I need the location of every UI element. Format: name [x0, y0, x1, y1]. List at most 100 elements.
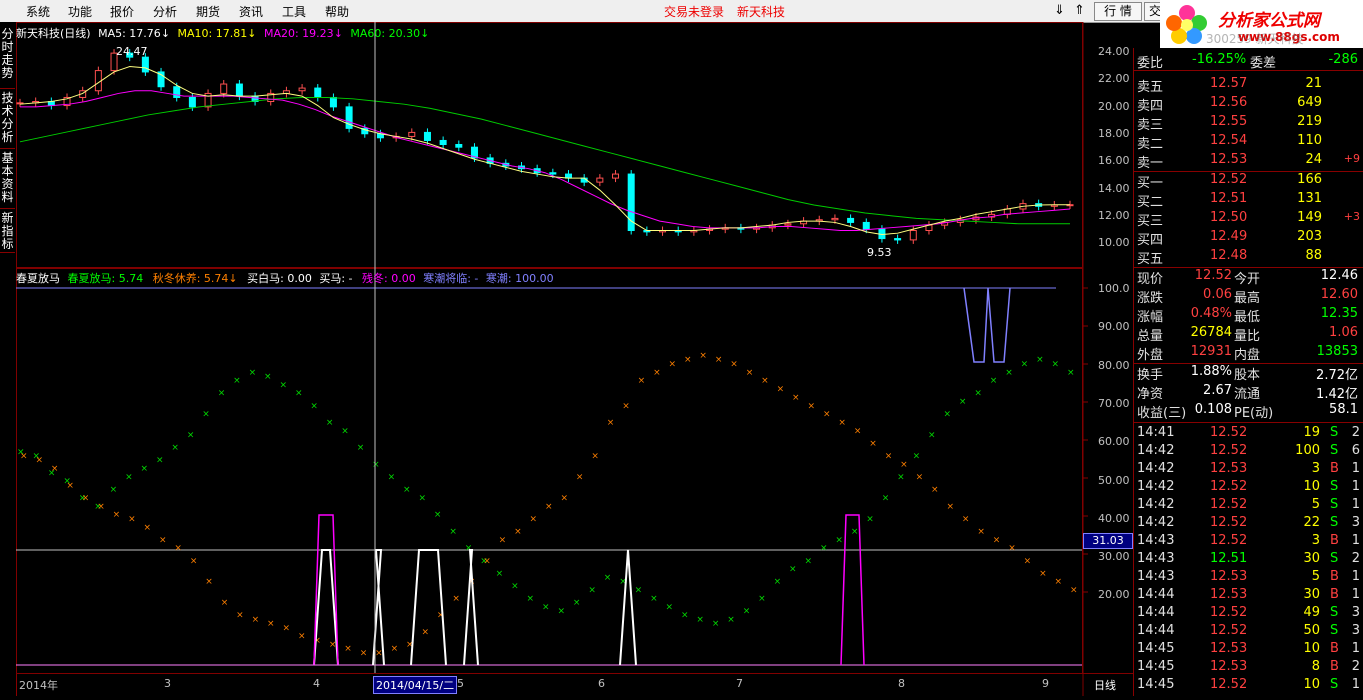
tick-time: 14:42	[1137, 515, 1175, 530]
menu-help[interactable]: 帮助	[325, 3, 349, 20]
menu-analysis[interactable]: 分析	[153, 3, 177, 20]
qiudong-marker: ×	[684, 355, 692, 365]
tab-technical[interactable]: 技术分析	[0, 92, 15, 149]
stat-label: 总量	[1137, 329, 1164, 344]
chunxia-marker: ×	[125, 473, 133, 483]
ask-price: 12.56	[1210, 95, 1248, 110]
period-label[interactable]: 日线	[1094, 677, 1116, 693]
tick-price: 12.52	[1210, 515, 1248, 530]
tick-row: 14:45 12.53 10 B 1	[1134, 640, 1362, 658]
up-arrow-icon[interactable]: ⇑	[1074, 3, 1085, 18]
tick-price: 12.53	[1210, 569, 1248, 584]
price-axis-label: 12.00	[1098, 208, 1130, 222]
menu-futures[interactable]: 期货	[196, 3, 220, 20]
stat-value-2: 2.72亿	[1316, 368, 1358, 383]
bid-volume: 203	[1297, 229, 1322, 244]
tab-fundamentals[interactable]: 基本资料	[0, 152, 15, 209]
tick-time: 14:42	[1137, 443, 1175, 458]
tick-row: 14:43 12.53 5 B 1	[1134, 568, 1362, 586]
stock-code-header: 300259 新天科技	[1206, 32, 1304, 46]
tick-volume: 5	[1311, 569, 1320, 584]
qiudong-marker: ×	[931, 485, 939, 495]
chunxia-marker: ×	[913, 452, 921, 462]
chunxia-marker: ×	[233, 376, 241, 386]
bid-label: 买二	[1137, 195, 1164, 210]
chunxia-marker: ×	[187, 431, 195, 441]
tick-count: 1	[1351, 497, 1360, 512]
indicator-axis-label: 30.00	[1098, 550, 1130, 564]
tick-time: 14:45	[1137, 659, 1175, 674]
tab-timeshare[interactable]: 分时走势	[0, 28, 15, 89]
qiudong-marker: ×	[607, 418, 615, 428]
tick-price: 12.52	[1210, 605, 1248, 620]
chunxia-marker: ×	[403, 485, 411, 495]
stat-value: 12931	[1190, 344, 1232, 359]
stat-row: 涨跌 0.06 最高 12.60	[1134, 286, 1362, 306]
chunxia-marker: ×	[882, 493, 890, 503]
chunxia-marker: ×	[264, 372, 272, 382]
candle-body	[439, 139, 447, 145]
tick-volume: 10	[1303, 677, 1320, 692]
chunxia-marker: ×	[851, 527, 859, 537]
tick-price: 12.52	[1210, 533, 1248, 548]
chart-area[interactable]: × × × × × × × × × × × × × × × × × × × × × × × × × × × × × × × × × × × × × × × ×…	[16, 22, 1133, 696]
chunxia-marker: ×	[511, 581, 519, 591]
price-axis-label: 16.00	[1098, 154, 1130, 168]
menu-function[interactable]: 功能	[68, 3, 92, 20]
stat-label-2: 最高	[1234, 291, 1261, 306]
bid-volume: 149	[1297, 210, 1322, 225]
chunxia-marker: ×	[1052, 359, 1060, 369]
tab-new-indicator[interactable]: 新指标	[0, 212, 15, 253]
buy-signal-pulse	[410, 549, 447, 666]
menu-quote[interactable]: 报价	[110, 3, 134, 20]
tick-volume: 30	[1303, 551, 1320, 566]
menu-system[interactable]: 系统	[26, 3, 50, 20]
stat-label-2: PE(动)	[1234, 406, 1274, 421]
webi-value: -16.25%	[1192, 52, 1247, 67]
stat-value-2: 58.1	[1329, 402, 1358, 417]
chunxia-marker: ×	[310, 401, 318, 411]
tick-price: 12.52	[1210, 425, 1248, 440]
qiudong-marker: ×	[977, 527, 985, 537]
candle-body	[408, 131, 416, 137]
tick-row: 14:44 12.52 49 S 3	[1134, 604, 1362, 622]
ask-label: 卖五	[1137, 80, 1164, 95]
tick-row: 14:45 12.53 8 B 2	[1134, 658, 1362, 676]
chunxia-marker: ×	[650, 594, 658, 604]
webi-label: 委比	[1137, 56, 1164, 71]
bid-label: 买一	[1137, 176, 1164, 191]
chunxia-marker: ×	[1036, 355, 1044, 365]
bid-row: 买二 12.51 131	[1134, 190, 1362, 210]
kline-chart[interactable]: × × × × × × × × × × × × × × × × × × × × × × × × × × × × × × × × × × × × × × × ×…	[16, 22, 1133, 696]
chunxia-marker: ×	[372, 460, 380, 470]
qiudong-marker: ×	[993, 535, 1001, 545]
qiudong-marker: ×	[530, 514, 538, 524]
stat-value: 1.88%	[1190, 364, 1232, 379]
tick-price: 12.52	[1210, 479, 1248, 494]
ask-label: 卖一	[1137, 156, 1164, 171]
candle-body	[314, 87, 322, 98]
tick-side: S	[1330, 497, 1339, 512]
stat-value: 12.52	[1194, 268, 1232, 283]
qiudong-marker: ×	[174, 544, 182, 554]
down-arrow-icon[interactable]: ⇓	[1054, 3, 1065, 18]
quote-button[interactable]: 行 情	[1094, 2, 1142, 21]
price-axis-label: 20.00	[1098, 99, 1130, 113]
tick-count: 1	[1351, 533, 1360, 548]
qiudong-marker: ×	[20, 452, 28, 462]
tick-time: 14:44	[1137, 587, 1175, 602]
stat-label-2: 今开	[1234, 272, 1261, 287]
tick-row: 14:42 12.53 3 B 1	[1134, 460, 1362, 478]
tick-time: 14:43	[1137, 569, 1175, 584]
stat-value: 2.67	[1203, 383, 1232, 398]
tick-volume: 10	[1303, 641, 1320, 656]
menu-tools[interactable]: 工具	[282, 3, 306, 20]
tick-volume: 22	[1303, 515, 1320, 530]
menu-info[interactable]: 资讯	[239, 3, 263, 20]
candle-body	[862, 221, 870, 230]
bid-row: 买三 12.50 149 +3	[1134, 209, 1362, 229]
qiudong-marker: ×	[885, 452, 893, 462]
ind-buy-label: 买马: -	[319, 272, 353, 285]
ma60-label: MA60: 20.30	[350, 27, 421, 40]
chunxia-marker: ×	[866, 514, 874, 524]
